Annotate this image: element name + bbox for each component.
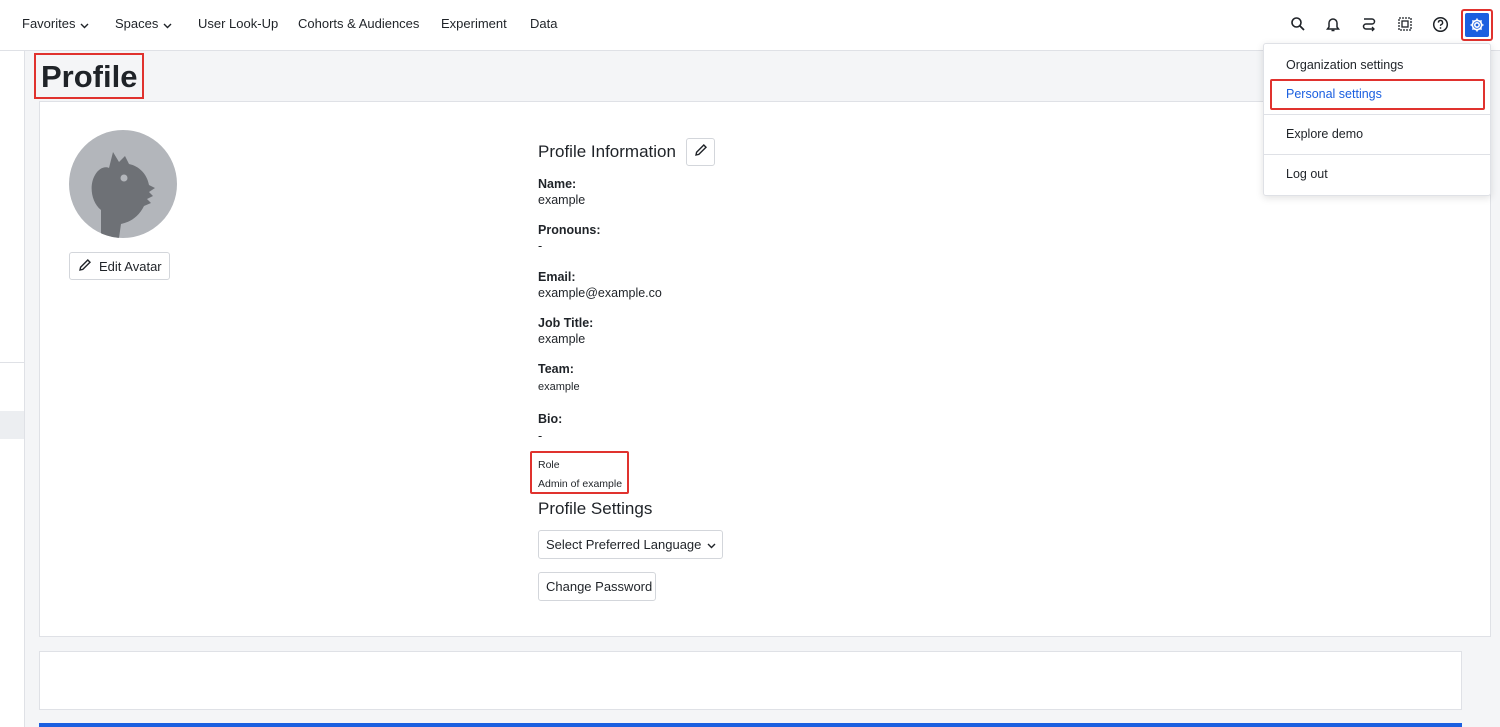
change-password-button[interactable]: Change Password bbox=[538, 572, 656, 601]
edit-avatar-label: Edit Avatar bbox=[99, 258, 162, 274]
job-title-label: Job Title: bbox=[538, 316, 594, 330]
language-select-label: Select Preferred Language bbox=[546, 537, 702, 552]
sidebar-divider bbox=[0, 362, 24, 363]
preferred-language-select[interactable]: Select Preferred Language bbox=[538, 530, 723, 559]
nav-user-look-up[interactable]: User Look-Up bbox=[198, 0, 278, 48]
pronouns-label: Pronouns: bbox=[538, 223, 601, 237]
nav-favorites[interactable]: Favorites bbox=[22, 0, 89, 48]
sidebar-active-item[interactable] bbox=[0, 411, 24, 439]
role-value: Admin of example bbox=[538, 478, 623, 490]
edit-profile-button[interactable] bbox=[686, 138, 715, 166]
bio-label: Bio: bbox=[538, 412, 563, 426]
nav-spaces-label: Spaces bbox=[115, 16, 159, 31]
role-label: Role bbox=[538, 459, 560, 471]
menu-item-explore-demo[interactable]: Explore demo bbox=[1264, 120, 1490, 148]
grid-icon[interactable] bbox=[1394, 12, 1416, 36]
menu-item-personal-settings[interactable]: Personal settings bbox=[1270, 79, 1485, 110]
nav-favorites-label: Favorites bbox=[22, 16, 76, 31]
email-label: Email: bbox=[538, 270, 576, 284]
menu-item-organization-settings[interactable]: Organization settings bbox=[1264, 51, 1490, 79]
profile-information-title: Profile Information bbox=[538, 142, 676, 161]
pronouns-value: - bbox=[538, 239, 543, 253]
team-value: example bbox=[538, 381, 580, 393]
job-title-value: example bbox=[538, 332, 586, 346]
profile-settings-title: Profile Settings bbox=[538, 499, 653, 518]
accent-bar bbox=[39, 723, 1462, 727]
chevron-down-icon bbox=[163, 1, 172, 49]
nav-experiment[interactable]: Experiment bbox=[441, 0, 507, 48]
team-label: Team: bbox=[538, 362, 574, 376]
route-icon[interactable] bbox=[1358, 12, 1380, 36]
chevron-down-icon bbox=[80, 1, 89, 49]
edit-avatar-button[interactable]: Edit Avatar bbox=[69, 252, 170, 280]
page-title: Profile bbox=[34, 53, 145, 99]
nav-spaces[interactable]: Spaces bbox=[115, 0, 172, 48]
name-label: Name: bbox=[538, 177, 577, 191]
role-section: Role Admin of example bbox=[530, 451, 629, 494]
settings-dropdown-menu: Organization settings Personal settings … bbox=[1263, 43, 1491, 196]
pencil-icon bbox=[78, 258, 92, 275]
gear-icon bbox=[1465, 13, 1489, 37]
help-icon[interactable] bbox=[1429, 12, 1451, 36]
avatar bbox=[69, 130, 177, 238]
menu-item-log-out[interactable]: Log out bbox=[1264, 160, 1490, 188]
bell-icon[interactable] bbox=[1322, 12, 1344, 36]
settings-button[interactable] bbox=[1461, 9, 1493, 41]
chevron-down-icon bbox=[707, 537, 716, 552]
nav-cohorts-audiences[interactable]: Cohorts & Audiences bbox=[298, 0, 419, 48]
menu-divider bbox=[1264, 154, 1490, 155]
pencil-icon bbox=[694, 143, 708, 162]
bio-value: - bbox=[538, 429, 543, 443]
email-value: example@example.co bbox=[538, 286, 662, 300]
secondary-card bbox=[39, 651, 1462, 710]
name-value: example bbox=[538, 193, 586, 207]
search-icon[interactable] bbox=[1287, 12, 1309, 36]
menu-divider bbox=[1264, 114, 1490, 115]
nav-data[interactable]: Data bbox=[530, 0, 557, 48]
left-sidebar bbox=[0, 51, 25, 727]
